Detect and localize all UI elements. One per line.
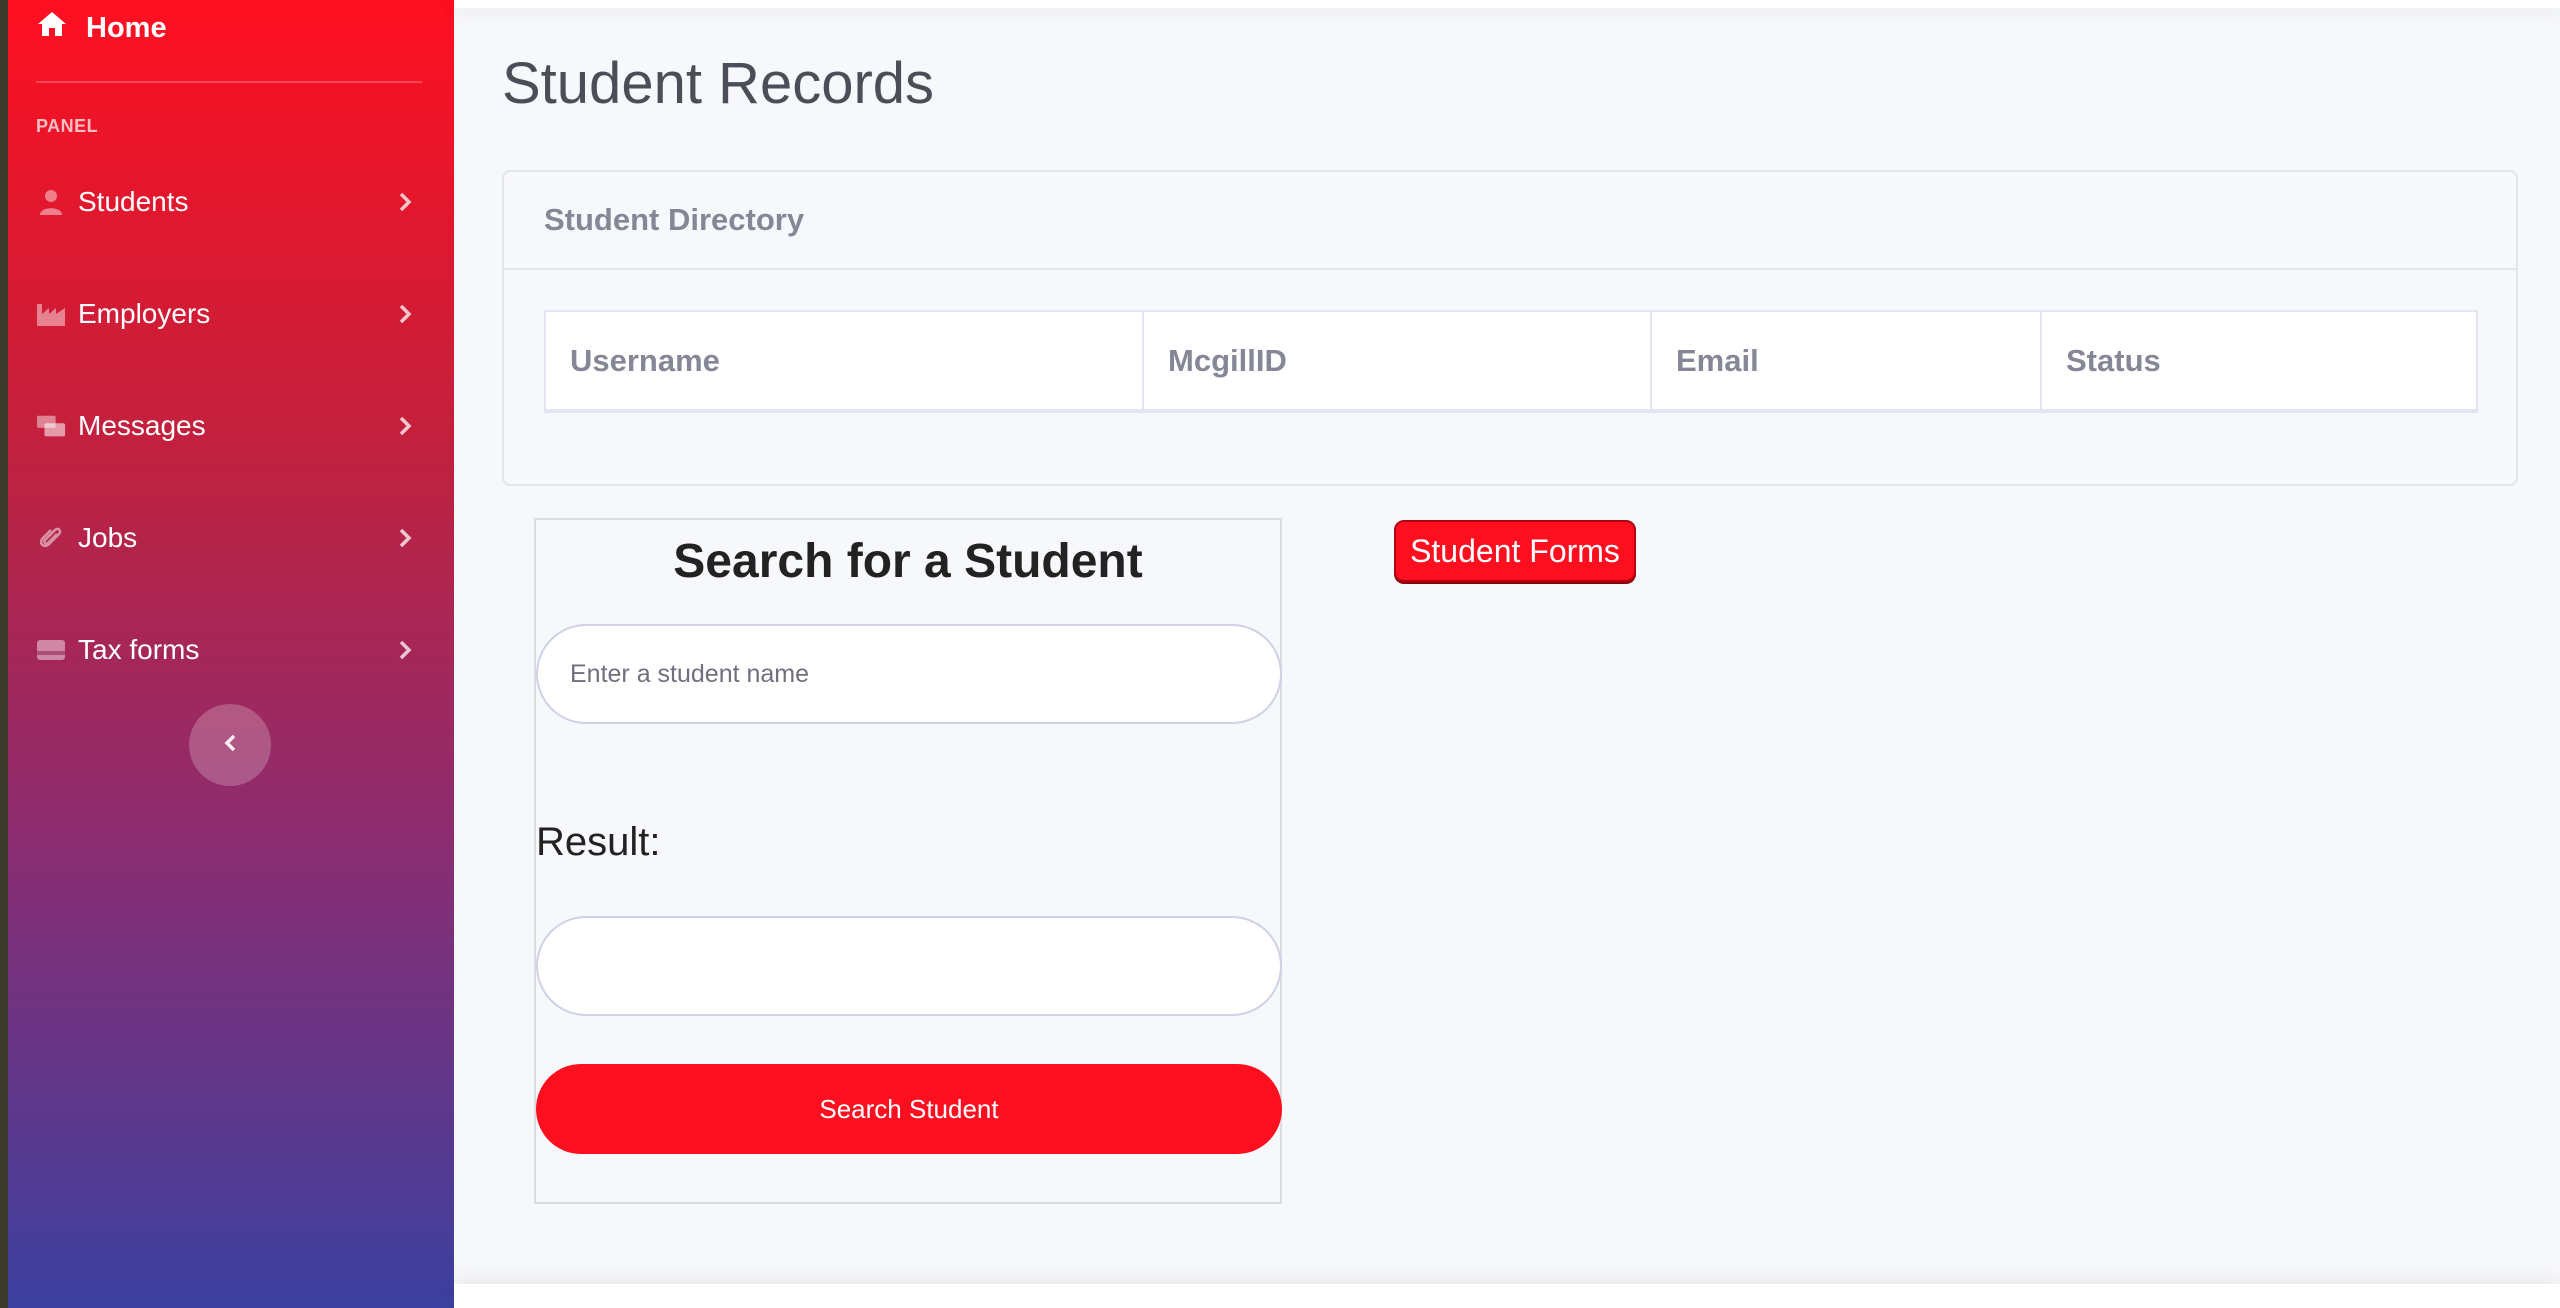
topbar (454, 0, 2560, 8)
search-student-button[interactable]: Search Student (536, 1064, 1282, 1154)
mail-stack-icon (36, 411, 66, 441)
sidebar-item-tax-forms[interactable]: Tax forms (36, 622, 416, 678)
student-name-input[interactable] (536, 624, 1282, 724)
sidebar-item-label: Employers (78, 298, 211, 329)
nav-home-link[interactable]: Home (36, 6, 167, 50)
sidebar-item-employers[interactable]: Employers (36, 286, 416, 342)
sidebar-item-students[interactable]: Students (36, 174, 416, 230)
sidebar-item-label: Messages (78, 410, 206, 441)
student-table: Username McgillID Email Status (544, 310, 2478, 413)
factory-icon (36, 299, 66, 329)
column-header-username[interactable]: Username (544, 310, 1144, 413)
sidebar-divider (36, 81, 422, 83)
bottom-bar (454, 1284, 2560, 1308)
home-label: Home (86, 11, 167, 44)
student-forms-button[interactable]: Student Forms (1394, 520, 1636, 582)
student-search-panel: Search for a Student Result: Search Stud… (534, 518, 1282, 1204)
chevron-right-icon (394, 415, 416, 437)
column-header-status[interactable]: Status (2040, 310, 2478, 413)
column-header-mcgillid[interactable]: McgillID (1142, 310, 1652, 413)
sidebar: Home PANEL Students Employers Messages J… (0, 0, 454, 1308)
sidebar-toggle-button[interactable] (189, 704, 271, 786)
sidebar-item-label: Jobs (78, 522, 138, 553)
result-field[interactable] (536, 916, 1282, 1016)
user-icon (36, 187, 66, 217)
chevron-right-icon (394, 303, 416, 325)
chevron-right-icon (394, 191, 416, 213)
chevron-left-icon (223, 733, 237, 758)
sidebar-item-jobs[interactable]: Jobs (36, 510, 416, 566)
home-icon (36, 10, 68, 46)
result-label: Result: (536, 820, 661, 864)
table-header-row: Username McgillID Email Status (544, 310, 2478, 413)
sidebar-item-label: Tax forms (78, 634, 200, 665)
card-title: Student Directory (504, 172, 2516, 270)
sidebar-section-heading: PANEL (36, 116, 99, 136)
student-directory-card: Student Directory Username McgillID Emai… (502, 170, 2518, 486)
app-window: Home PANEL Students Employers Messages J… (0, 0, 2560, 1308)
search-title: Search for a Student (673, 535, 1143, 588)
paperclip-icon (36, 523, 66, 553)
page-title: Student Records (502, 51, 935, 116)
chevron-right-icon (394, 639, 416, 661)
chevron-right-icon (394, 527, 416, 549)
sidebar-item-messages[interactable]: Messages (36, 398, 416, 454)
column-header-email[interactable]: Email (1650, 310, 2042, 413)
credit-card-icon (36, 635, 66, 665)
sidebar-item-label: Students (78, 186, 189, 217)
window-edge (0, 0, 8, 1308)
